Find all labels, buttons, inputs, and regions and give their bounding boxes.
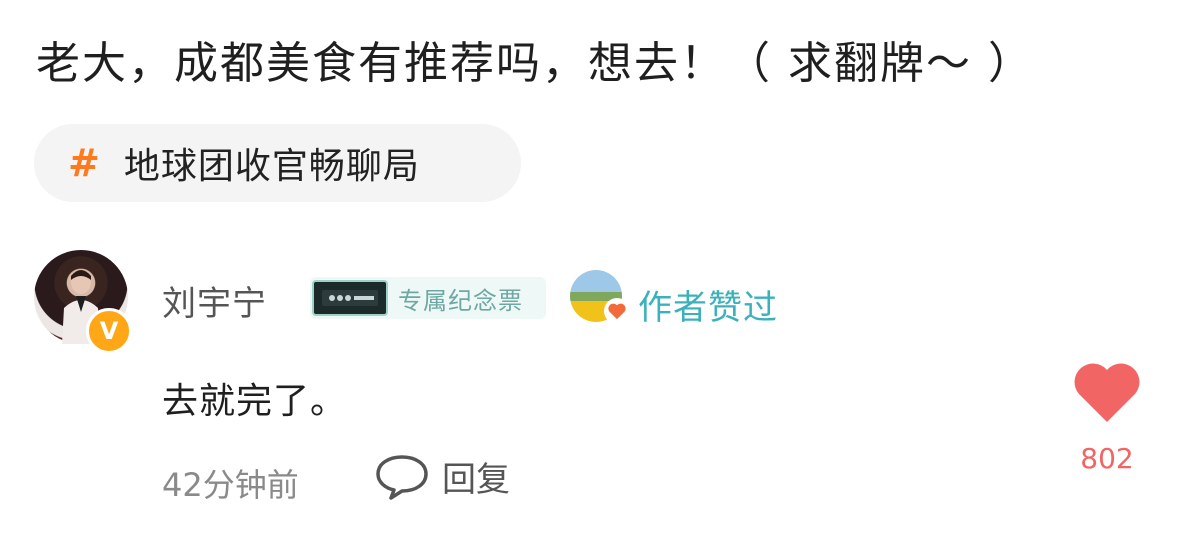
liked-by-author-label: 作者赞过	[638, 288, 778, 328]
username[interactable]: 刘宇宁	[162, 276, 267, 325]
reply-button[interactable]: 回复	[374, 452, 510, 501]
ticket-label: 专属纪念票	[398, 286, 523, 315]
topic-chip[interactable]: # 地球团收官畅聊局	[34, 124, 521, 202]
reply-label: 回复	[442, 460, 510, 500]
like-count: 802	[1080, 442, 1134, 475]
post-text: 老大，成都美食有推荐吗，想去！（ 求翻牌～ ）	[36, 38, 1034, 89]
hashtag-icon: #	[68, 141, 100, 185]
heart-icon	[604, 298, 630, 324]
ticket-icon	[312, 280, 388, 316]
topic-label: 地球团收官畅聊局	[123, 146, 420, 187]
comment-text: 去就完了。	[162, 381, 348, 422]
comment-timestamp: 42分钟前	[162, 466, 299, 504]
speech-bubble-icon	[376, 454, 428, 500]
ticket-badge[interactable]: 专属纪念票	[310, 277, 546, 319]
verified-badge: V	[86, 308, 132, 354]
heart-icon	[1074, 363, 1140, 422]
like-button[interactable]	[1072, 360, 1142, 424]
